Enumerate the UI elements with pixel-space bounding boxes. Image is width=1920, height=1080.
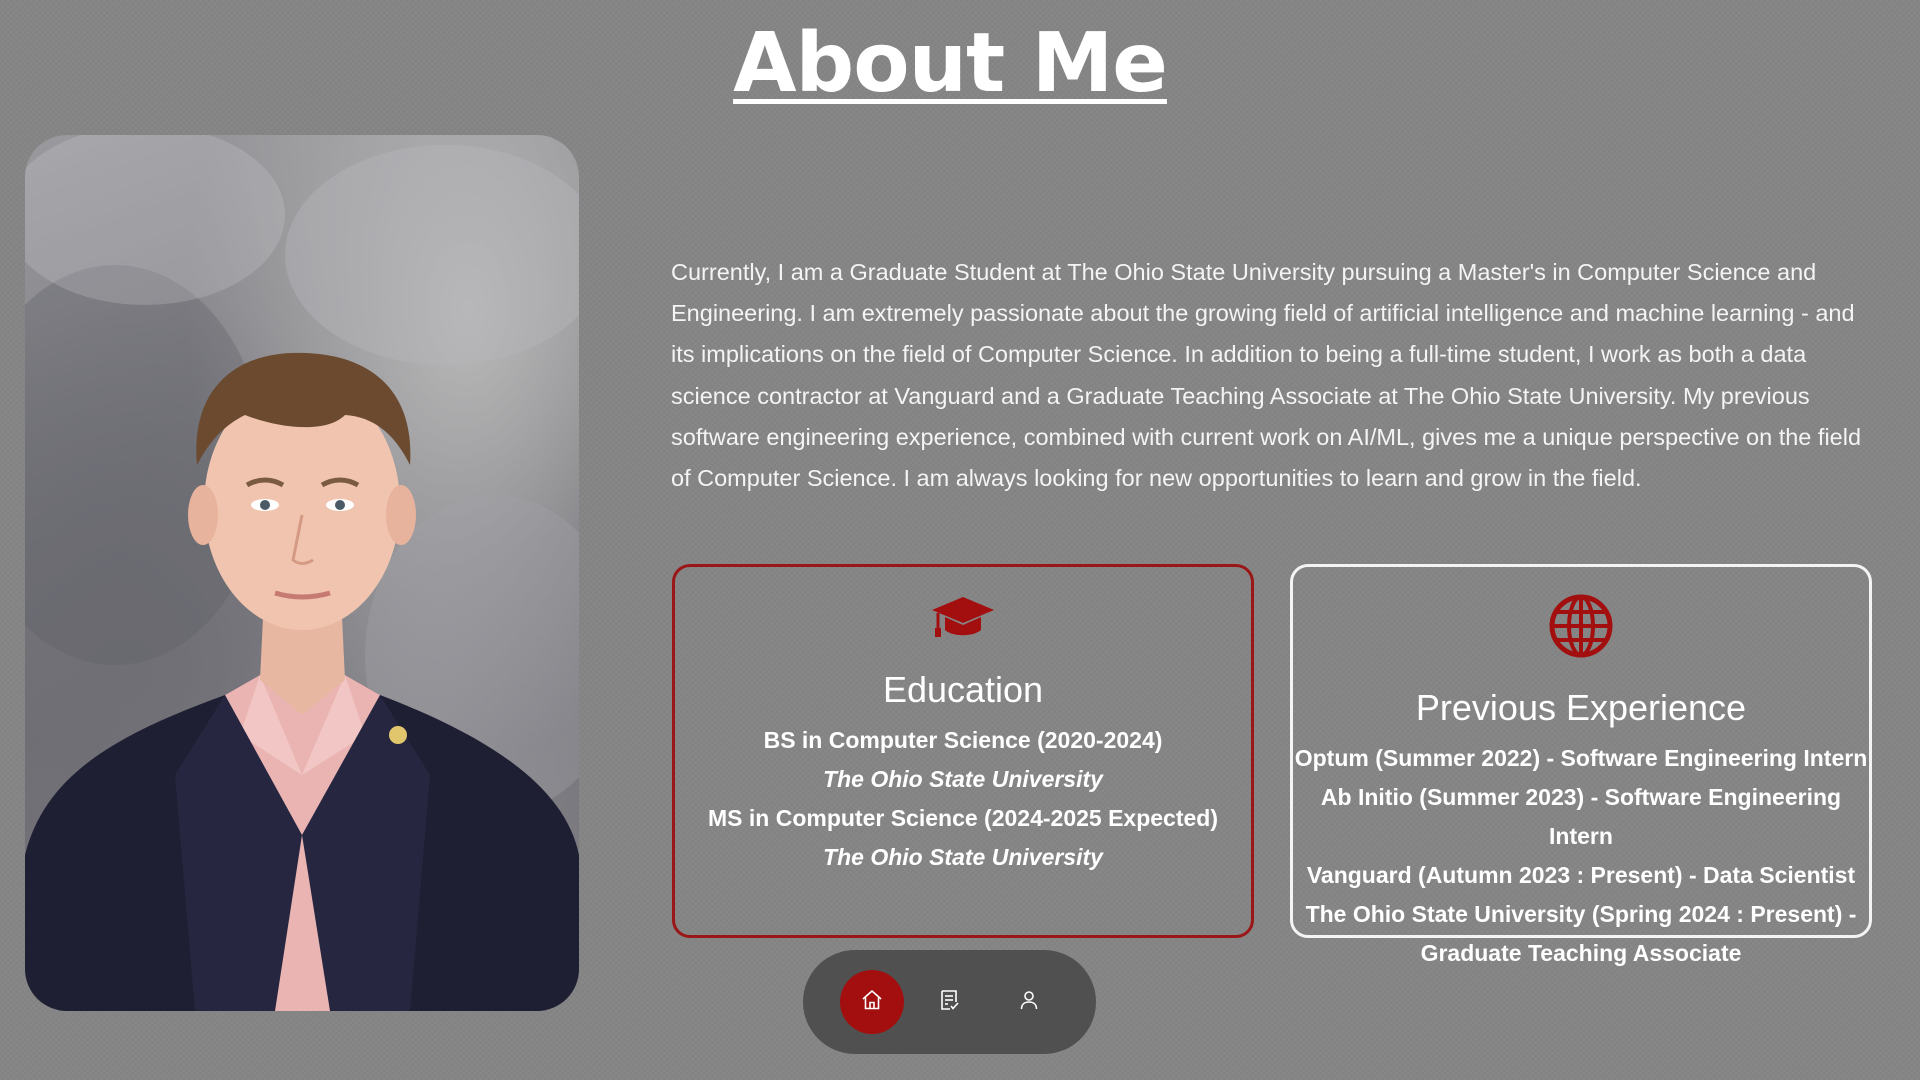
experience-line: Vanguard (Autumn 2023 : Present) - Data …	[1306, 862, 1856, 888]
experience-line: Graduate Teaching Associate	[1420, 940, 1742, 966]
education-card: Education BS in Computer Science (2020-2…	[672, 564, 1254, 938]
experience-line: The Ohio State University (Spring 2024 :…	[1305, 901, 1857, 927]
nav-home-button[interactable]	[840, 970, 904, 1034]
page-title: About Me	[733, 16, 1168, 111]
experience-card: Previous Experience Optum (Summer 2022) …	[1290, 564, 1872, 966]
experience-lines: Optum (Summer 2022) - Software Engineeri…	[1293, 739, 1869, 973]
resume-icon	[937, 988, 961, 1016]
education-line: The Ohio State University	[823, 766, 1103, 792]
home-icon	[860, 988, 884, 1016]
nav-resume-button[interactable]	[917, 970, 981, 1034]
education-line: BS in Computer Science (2020-2024)	[763, 727, 1163, 753]
user-icon	[1017, 988, 1041, 1016]
graduation-cap-icon	[675, 593, 1251, 645]
nav-profile-button[interactable]	[997, 970, 1061, 1034]
experience-line: Optum (Summer 2022) - Software Engineeri…	[1294, 745, 1868, 771]
profile-photo	[25, 135, 579, 1011]
education-lines: BS in Computer Science (2020-2024) The O…	[675, 721, 1251, 877]
education-title: Education	[882, 669, 1044, 710]
globe-icon	[1293, 593, 1869, 663]
education-line: MS in Computer Science (2024-2025 Expect…	[707, 805, 1219, 831]
bio-text: Currently, I am a Graduate Student at Th…	[671, 259, 1862, 492]
experience-title: Previous Experience	[1415, 687, 1747, 728]
experience-line: Ab Initio (Summer 2023) - Software Engin…	[1320, 784, 1842, 849]
bottom-nav	[803, 950, 1096, 1054]
education-line: The Ohio State University	[823, 844, 1103, 870]
